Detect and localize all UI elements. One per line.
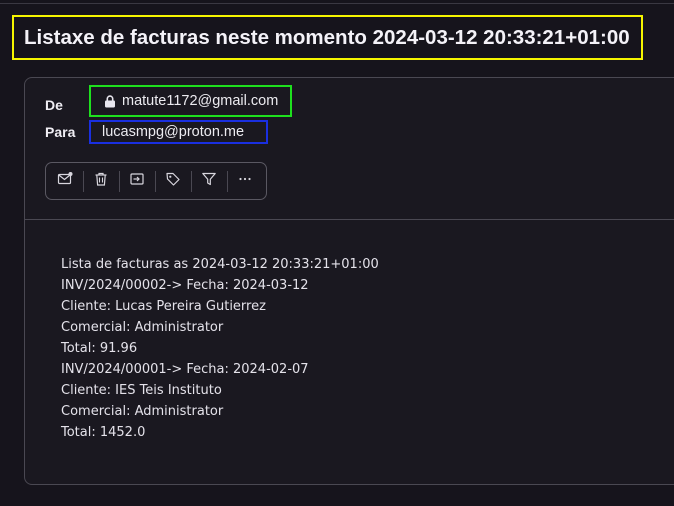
move-button[interactable] (119, 163, 155, 199)
body-line: Comercial: Administrator (61, 404, 224, 419)
lock-icon (104, 94, 116, 108)
more-icon (237, 171, 253, 191)
trash-icon (93, 171, 109, 191)
delete-button[interactable] (83, 163, 119, 199)
sender-email: matute1172@gmail.com (122, 93, 279, 109)
body-line: Cliente: Lucas Pereira Gutierrez (61, 299, 266, 314)
label-button[interactable] (155, 163, 191, 199)
body-line: INV/2024/00002-> Fecha: 2024-03-12 (61, 278, 309, 293)
tag-icon (165, 171, 181, 191)
body-line: INV/2024/00001-> Fecha: 2024-02-07 (61, 362, 309, 377)
sender-address[interactable]: matute1172@gmail.com (89, 85, 292, 117)
header-body-divider (25, 219, 674, 220)
message-body: Lista de facturas as 2024-03-12 20:33:21… (61, 254, 379, 443)
message-toolbar (45, 162, 267, 200)
body-line: Cliente: IES Teis Instituto (61, 383, 222, 398)
top-divider (0, 3, 674, 4)
message-card: De matute1172@gmail.com Para lucasmpg@pr… (24, 77, 674, 485)
body-line: Comercial: Administrator (61, 320, 224, 335)
email-subject: Listaxe de facturas neste momento 2024-0… (12, 15, 643, 60)
more-button[interactable] (227, 163, 263, 199)
move-to-folder-icon (129, 171, 145, 191)
body-line: Total: 1452.0 (61, 425, 146, 440)
body-line: Total: 91.96 (61, 341, 138, 356)
recipient-email: lucasmpg@proton.me (102, 124, 245, 140)
filter-icon (201, 171, 217, 191)
filter-button[interactable] (191, 163, 227, 199)
from-label: De (45, 97, 63, 113)
to-label: Para (45, 124, 76, 140)
body-line: Lista de facturas as 2024-03-12 20:33:21… (61, 257, 379, 272)
mark-unread-button[interactable] (47, 163, 83, 199)
recipient-address[interactable]: lucasmpg@proton.me (89, 120, 268, 144)
mark-unread-icon (57, 171, 73, 191)
